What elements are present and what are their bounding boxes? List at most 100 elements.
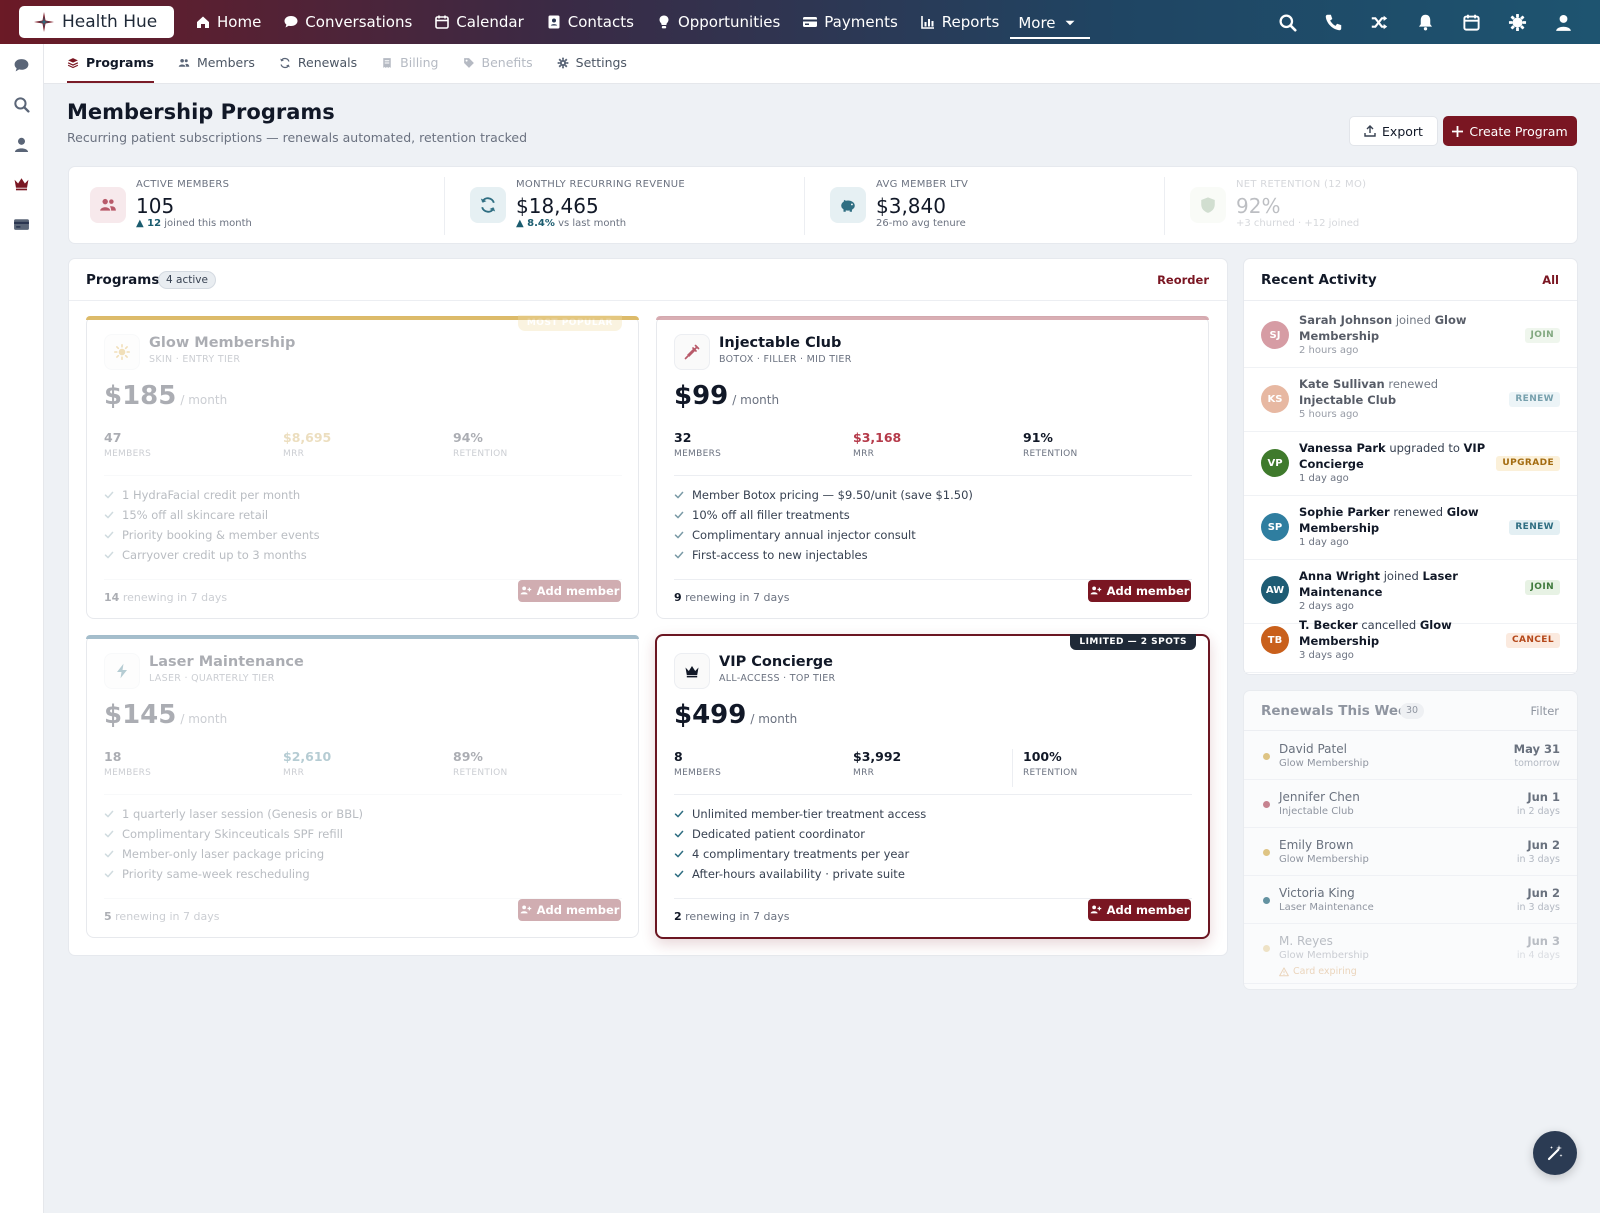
tab-renewals[interactable]: Renewals	[279, 55, 357, 83]
activity-text: Vanessa Park upgraded to VIP Concierge 1 …	[1299, 440, 1495, 486]
program-metrics: 8 MEMBERS $3,992 MRR 100% RETENTION	[674, 749, 1192, 795]
activity-item[interactable]: SP Sophie Parker renewed Glow Membership 1…	[1244, 496, 1577, 560]
activity-item[interactable]: SJ Sarah Johnson joined Glow Membership 2 …	[1244, 304, 1577, 368]
tab-label: Renewals	[297, 55, 358, 70]
add-member-button[interactable]: Add member	[518, 899, 621, 921]
activity-verb: joined	[1383, 569, 1419, 583]
check-icon	[674, 830, 684, 838]
topbar-user-button[interactable]	[1540, 13, 1586, 32]
chat-icon	[284, 16, 298, 28]
renewal-date: Jun 2	[1527, 838, 1560, 852]
program-color-dot	[1263, 849, 1270, 856]
stat-value: 92%	[1236, 194, 1281, 218]
renewals-filter-link[interactable]: Filter	[1531, 704, 1559, 718]
view-all-activity-link[interactable]: All	[1542, 273, 1559, 287]
price-period: / month	[750, 712, 798, 726]
tab-programs[interactable]: Programs	[67, 55, 154, 83]
nav-item-payments[interactable]: Payments	[791, 0, 908, 44]
activity-item[interactable]: VP Vanessa Park upgraded to VIP Concierge…	[1244, 432, 1577, 496]
syringe-icon	[684, 344, 700, 360]
nav-item-conversations[interactable]: Conversations	[272, 0, 423, 44]
renewal-row[interactable]: Jennifer Chen Injectable Club Jun 1 in 2 da…	[1244, 780, 1577, 828]
export-button[interactable]: Export	[1349, 116, 1438, 146]
check-icon	[104, 870, 114, 878]
benefit-item: Dedicated patient coordinator	[674, 824, 926, 844]
rail-search-button[interactable]	[13, 96, 30, 113]
activity-item[interactable]: KS Kate Sullivan renewed Injectable Club 5…	[1244, 368, 1577, 432]
rail-user-button[interactable]	[13, 136, 30, 153]
metric-mrr: $8,695 MRR	[283, 430, 331, 459]
create-program-label: Create Program	[1469, 123, 1568, 139]
add-member-button[interactable]: Add member	[518, 580, 621, 602]
renewing-count: 2	[674, 910, 682, 923]
nav-item-calendar[interactable]: Calendar	[423, 0, 534, 44]
renewal-relative: in 3 days	[1516, 854, 1560, 865]
recent-activity-title: Recent Activity	[1261, 272, 1377, 288]
topbar-search-button[interactable]	[1264, 13, 1310, 32]
nav-item-home[interactable]: Home	[184, 0, 272, 44]
topbar-bell-button[interactable]	[1402, 13, 1448, 32]
nav-item-more[interactable]: More	[1010, 9, 1090, 39]
rail-credit-card-button[interactable]	[13, 216, 30, 233]
refresh-icon	[480, 197, 496, 213]
activity-item[interactable]: TB T. Becker cancelled Glow Membership 3 d…	[1244, 609, 1577, 673]
topbar-shuffle-button[interactable]	[1356, 13, 1402, 32]
activity-person: Anna Wright	[1299, 569, 1381, 583]
nav-item-label: Reports	[941, 13, 1000, 31]
add-member-button[interactable]: Add member	[1088, 899, 1191, 921]
stat-note-text: +3 churned · +12 joined	[1236, 218, 1360, 229]
benefits-list: 1 HydraFacial credit per month 15% off al…	[104, 485, 320, 565]
topbar-gear-button[interactable]	[1494, 13, 1540, 32]
program-name: Glow Membership	[149, 335, 296, 351]
renewal-row[interactable]: Emily Brown Glow Membership Jun 2 in 3 days	[1244, 828, 1577, 876]
metric-value: $8,695	[283, 430, 332, 445]
reorder-link[interactable]: Reorder	[1157, 273, 1209, 287]
lightbulb-icon	[659, 15, 669, 29]
benefit-item: 1 quarterly laser session (Genesis or BB…	[104, 804, 363, 824]
assistant-fab-button[interactable]	[1533, 1131, 1577, 1175]
metric-label: MRR	[853, 768, 875, 778]
renewal-row[interactable]: M. Reyes Glow Membership Jun 3 in 4 days Car…	[1244, 924, 1577, 984]
stat-divider	[1164, 177, 1165, 235]
topbar-phone-button[interactable]	[1310, 13, 1356, 32]
stat-note-text: vs last month	[558, 218, 627, 229]
check-icon	[104, 830, 114, 838]
chat-icon	[14, 59, 29, 72]
app-logo[interactable]: Health Hue	[19, 6, 174, 38]
nav-item-label: Opportunities	[677, 13, 781, 31]
nav-item-opportunities[interactable]: Opportunities	[645, 0, 791, 44]
activity-verb: renewed	[1388, 377, 1439, 391]
create-program-button[interactable]: Create Program	[1443, 116, 1577, 146]
stat-divider	[804, 177, 805, 235]
renewal-row[interactable]: Victoria King Laser Maintenance Jun 2 in 3 …	[1244, 876, 1577, 924]
calendar-icon	[435, 15, 450, 29]
metric-value: $2,610	[283, 749, 332, 764]
programs-panel-header: Programs 4 active Reorder	[69, 259, 1227, 301]
activity-type-badge: RENEW	[1509, 520, 1560, 535]
benefit-item: Complimentary annual injector consult	[674, 525, 973, 545]
renewing-text: renewing in 7 days	[115, 910, 220, 923]
metric-label: MEMBERS	[104, 768, 152, 778]
stat-icon-box	[1190, 187, 1226, 223]
check-icon	[674, 491, 684, 499]
tab-label: Members	[196, 55, 255, 70]
stat-note: +3 churned · +12 joined	[1236, 218, 1359, 229]
program-price: $185/ month	[104, 381, 227, 411]
stat-card: AVG MEMBER LTV $3,840 26-mo avg tenure	[809, 167, 1179, 245]
benefits-list: 1 quarterly laser session (Genesis or BB…	[104, 804, 363, 884]
rail-crown-button[interactable]	[13, 175, 30, 192]
benefit-text: Complimentary annual injector consult	[692, 528, 916, 542]
recent-activity-header: Recent Activity All	[1244, 259, 1577, 301]
nav-item-contacts[interactable]: Contacts	[535, 0, 645, 44]
tab-settings[interactable]: Settings	[557, 55, 627, 83]
renewal-date: Jun 1	[1527, 790, 1560, 804]
tab-members[interactable]: Members	[178, 55, 255, 83]
rail-chat-button[interactable]	[13, 57, 30, 74]
topbar-calendar-button[interactable]	[1448, 13, 1494, 32]
program-price: $99/ month	[674, 381, 779, 411]
add-member-button[interactable]: Add member	[1088, 580, 1191, 602]
stat-note-text: 26-mo avg tenure	[876, 218, 966, 229]
nav-item-reports[interactable]: Reports	[909, 0, 1011, 44]
renewal-row[interactable]: David Patel Glow Membership May 31 tomorrow	[1244, 732, 1577, 780]
stat-note: ▲ 12 joined this month	[136, 218, 252, 229]
